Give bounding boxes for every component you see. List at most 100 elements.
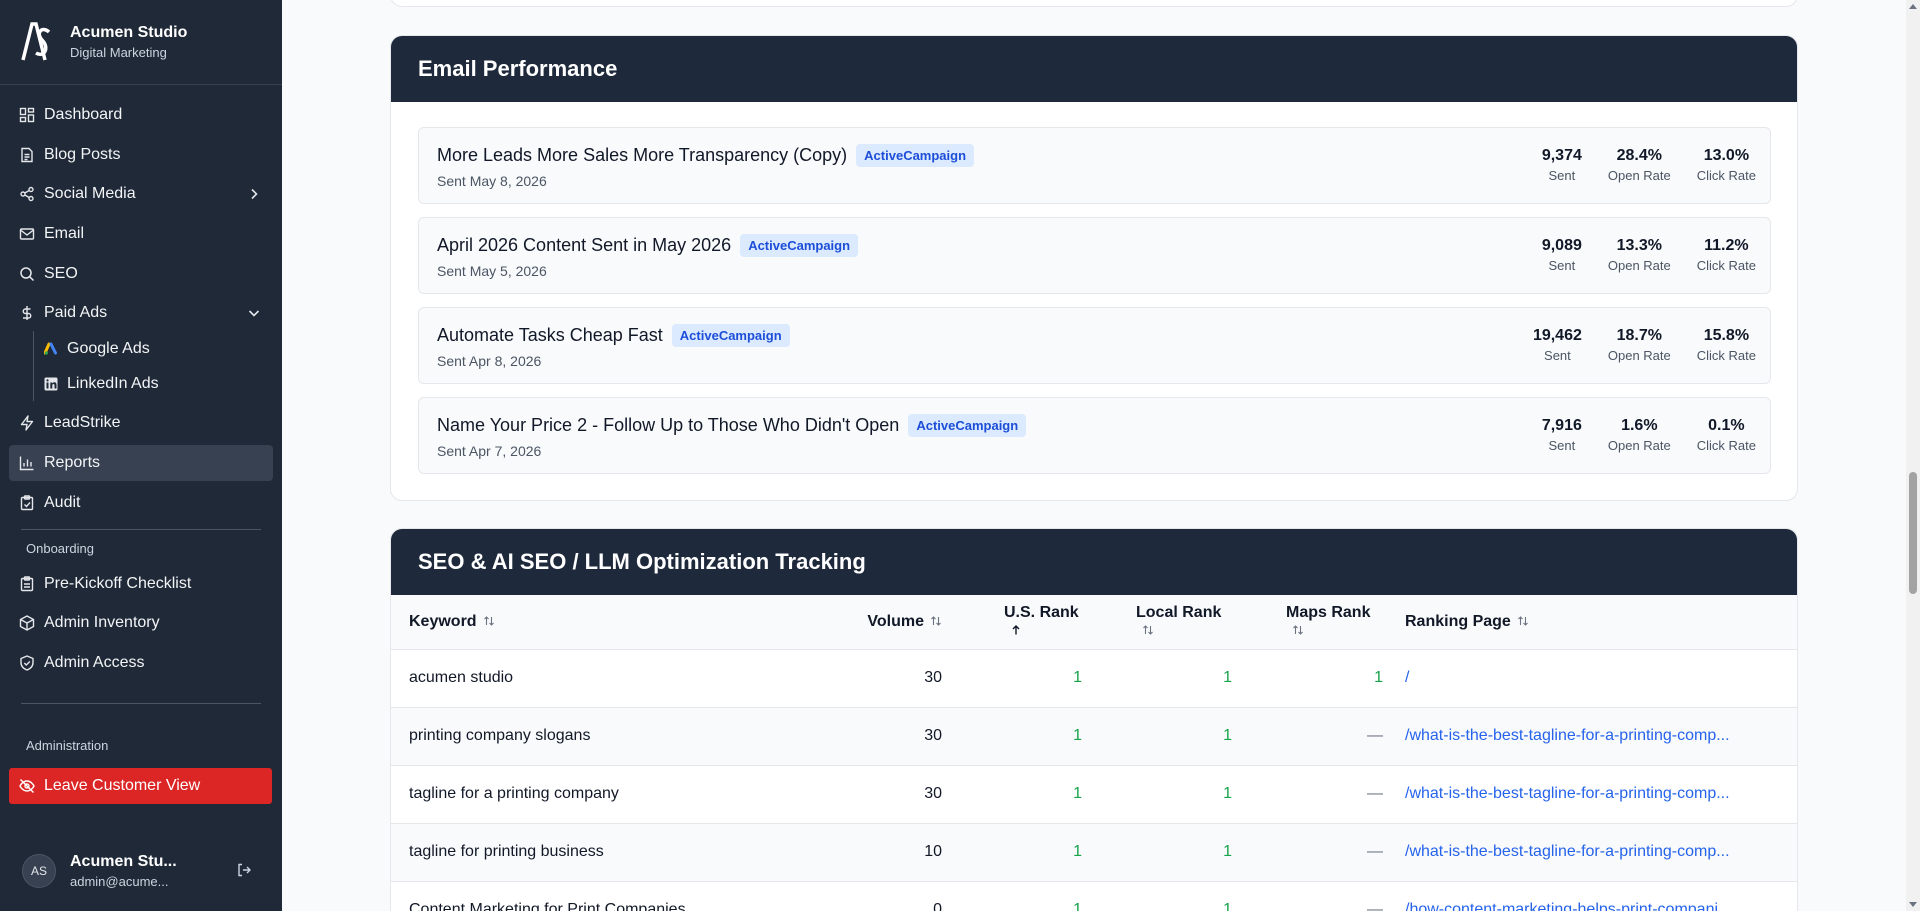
us-rank-cell: 1 — [950, 707, 1090, 766]
email-campaign-item[interactable]: Automate Tasks Cheap Fast ActiveCampaign… — [418, 307, 1771, 384]
sidebar-item-social-media[interactable]: Social Media — [9, 176, 273, 212]
sidebar-item-linkedin-ads[interactable]: LinkedIn Ads — [34, 366, 273, 401]
sent-label: Sent — [1544, 348, 1571, 363]
platform-badge: ActiveCampaign — [856, 144, 975, 167]
brand[interactable]: Acumen Studio Digital Marketing — [0, 0, 282, 85]
clipboard-check-icon — [20, 494, 34, 510]
chevron-right-icon — [251, 189, 258, 200]
lightning-icon — [20, 415, 34, 431]
sidebar-item-leadstrike[interactable]: LeadStrike — [9, 405, 273, 441]
open-rate-label: Open Rate — [1607, 348, 1671, 363]
keyword-cell: printing company slogans — [391, 707, 811, 766]
sidebar-item-paid-ads[interactable]: Paid Ads — [9, 295, 273, 331]
sidebar-divider — [21, 702, 261, 704]
maps-rank-cell: — — [1240, 765, 1391, 824]
brand-name: Acumen Studio — [70, 24, 188, 41]
scroll-down-arrow[interactable] — [1909, 902, 1917, 907]
seo-tracking-card: SEO & AI SEO / LLM Optimization Tracking… — [390, 528, 1798, 911]
click-rate-label: Click Rate — [1696, 258, 1756, 273]
sidebar-item-reports[interactable]: Reports — [9, 444, 273, 481]
brand-subtitle: Digital Marketing — [70, 45, 167, 60]
campaign-title: April 2026 Content Sent in May 2026 — [437, 235, 732, 255]
user-profile[interactable]: AS Acumen Stu... admin@acume... — [0, 830, 282, 911]
sidebar-item-pre-kickoff-checklist[interactable]: Pre-Kickoff Checklist — [9, 566, 273, 602]
sent-value: 9,374 — [1541, 147, 1582, 164]
sidebar-item-seo[interactable]: SEO — [9, 256, 273, 292]
volume-cell: 30 — [811, 765, 950, 824]
sidebar-item-blog-posts[interactable]: Blog Posts — [9, 137, 273, 173]
column-ranking-page[interactable]: Ranking Page — [1391, 595, 1797, 650]
column-keyword[interactable]: Keyword — [391, 595, 811, 650]
search-icon — [20, 267, 35, 281]
us-rank-cell: 1 — [950, 649, 1090, 708]
us-rank-cell: 1 — [950, 765, 1090, 824]
dashboard-icon — [19, 107, 35, 123]
campaign-title: Name Your Price 2 - Follow Up to Those W… — [437, 415, 900, 435]
maps-rank-cell: 1 — [1240, 649, 1391, 708]
email-campaign-item[interactable]: Name Your Price 2 - Follow Up to Those W… — [418, 397, 1771, 474]
keyword-cell: Content Marketing for Print Companies — [391, 881, 811, 911]
sort-icon — [1517, 615, 1528, 626]
sidebar-item-dashboard[interactable]: Dashboard — [9, 97, 273, 133]
scroll-up-arrow[interactable] — [1909, 4, 1917, 9]
sent-label: Sent — [1548, 168, 1576, 183]
click-rate-value: 15.8% — [1703, 327, 1750, 344]
keyword-cell: tagline for a printing company — [391, 765, 811, 824]
administration-label: Administration — [26, 737, 109, 753]
ranking-page-link[interactable]: / — [1405, 669, 1755, 687]
click-rate-value: 13.0% — [1703, 147, 1750, 164]
logout-icon[interactable] — [236, 862, 252, 878]
open-rate-value: 1.6% — [1621, 417, 1658, 434]
sent-label: Sent — [1548, 438, 1576, 453]
maps-rank-cell: — — [1240, 881, 1391, 911]
sidebar-item-email[interactable]: Email — [9, 216, 273, 252]
sent-value: 7,916 — [1541, 417, 1582, 434]
table-row: Content Marketing for Print Companies 0 … — [391, 881, 1797, 911]
table-row: tagline for printing business 10 1 1 — /… — [391, 823, 1797, 882]
table-row: printing company slogans 30 1 1 — /what-… — [391, 707, 1797, 766]
leave-customer-view-label: Leave Customer View — [44, 777, 201, 794]
click-rate-value: 0.1% — [1708, 417, 1745, 434]
ranking-page-link[interactable]: /what-is-the-best-tagline-for-a-printing… — [1405, 843, 1755, 861]
sidebar-item-google-ads[interactable]: Google Ads — [34, 331, 273, 366]
user-name: Acumen Stu... — [70, 852, 177, 870]
sidebar-item-label: Blog Posts — [44, 145, 121, 163]
campaign-stats: 19,462 Sent 18.7% Open Rate 15.8% Click Rat… — [1507, 327, 1756, 363]
click-rate-value: 11.2% — [1704, 237, 1749, 254]
main-scrollbar[interactable] — [1906, 0, 1920, 911]
scrollbar-thumb[interactable] — [1909, 472, 1917, 594]
email-performance-card: Email Performance More Leads More Sales … — [390, 35, 1798, 501]
user-email: admin@acume... — [70, 873, 169, 889]
ranking-page-link[interactable]: /what-is-the-best-tagline-for-a-printing… — [1405, 727, 1755, 745]
table-header-row: Keyword Volume U.S. Rank Local Rank Maps… — [391, 595, 1797, 650]
open-rate-value: 13.3% — [1616, 237, 1662, 254]
email-campaign-list: More Leads More Sales More Transparency … — [391, 102, 1797, 474]
sidebar-item-audit[interactable]: Audit — [9, 485, 273, 521]
email-campaign-item[interactable]: April 2026 Content Sent in May 2026 Acti… — [418, 217, 1771, 294]
google-ads-icon — [44, 342, 57, 355]
click-rate-label: Click Rate — [1696, 168, 1756, 183]
click-rate-label: Click Rate — [1696, 438, 1756, 453]
sidebar-item-label: Paid Ads — [44, 304, 108, 322]
column-us-rank[interactable]: U.S. Rank — [950, 595, 1090, 650]
column-volume[interactable]: Volume — [811, 595, 950, 650]
ranking-page-link[interactable]: /what-is-the-best-tagline-for-a-printing… — [1405, 785, 1755, 803]
ranking-page-link[interactable]: /how-content-marketing-helps-print-compa… — [1405, 901, 1755, 911]
sidebar-item-admin-inventory[interactable]: Admin Inventory — [9, 605, 273, 641]
main-content: Email Performance More Leads More Sales … — [282, 0, 1920, 911]
sort-icon — [483, 615, 494, 626]
eye-off-icon — [19, 779, 35, 793]
column-local-rank[interactable]: Local Rank — [1090, 595, 1240, 650]
sidebar-item-label: SEO — [44, 264, 78, 282]
sidebar-item-admin-access[interactable]: Admin Access — [9, 645, 273, 681]
email-campaign-item[interactable]: More Leads More Sales More Transparency … — [418, 127, 1771, 204]
leave-customer-view-button[interactable]: Leave Customer View — [9, 768, 272, 804]
platform-badge: ActiveCampaign — [671, 324, 790, 347]
column-maps-rank[interactable]: Maps Rank — [1240, 595, 1391, 650]
campaign-stats: 7,916 Sent 1.6% Open Rate 0.1% Click Rate — [1516, 417, 1756, 453]
local-rank-cell: 1 — [1090, 649, 1240, 708]
chevron-down-icon — [248, 310, 260, 318]
us-rank-cell: 1 — [950, 823, 1090, 882]
maps-rank-cell: — — [1240, 707, 1391, 766]
local-rank-cell: 1 — [1090, 765, 1240, 824]
